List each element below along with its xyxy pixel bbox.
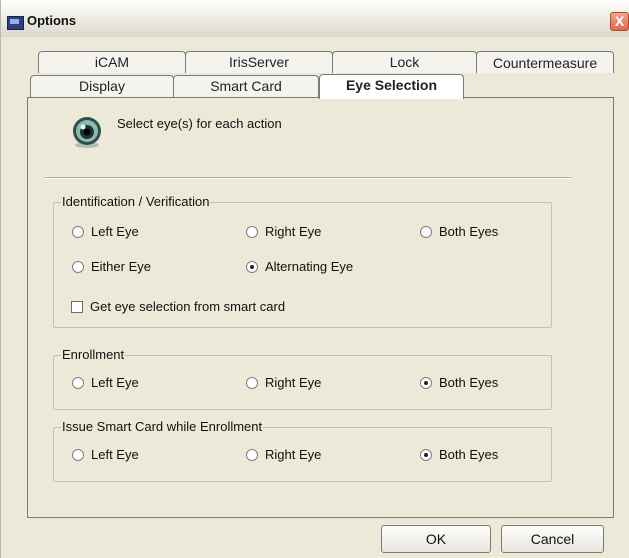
intro-text: Select eye(s) for each action <box>117 116 282 131</box>
option-label: Either Eye <box>91 259 151 274</box>
cancel-button[interactable]: Cancel <box>501 525 604 553</box>
checkbox-label: Get eye selection from smart card <box>90 299 286 314</box>
tab-eye-selection[interactable]: Eye Selection <box>319 74 464 99</box>
issue-smart-card-legend: Issue Smart Card while Enrollment <box>61 419 264 434</box>
tab-display[interactable]: Display <box>30 75 174 97</box>
ok-button[interactable]: OK <box>381 525 491 553</box>
radio-indicator[interactable] <box>72 448 84 461</box>
identification-left-eye-radio[interactable]: Left Eye <box>72 224 139 239</box>
tab-icam[interactable]: iCAM <box>38 51 186 73</box>
window-title: Options <box>27 13 77 28</box>
eye-icon <box>73 117 101 148</box>
checkbox-indicator[interactable] <box>71 300 83 313</box>
enrollment-left-eye-radio[interactable]: Left Eye <box>72 375 139 390</box>
issue-card-both-eyes-radio[interactable]: Both Eyes <box>420 447 498 462</box>
enrollment-both-eyes-radio[interactable]: Both Eyes <box>420 375 498 390</box>
enrollment-legend: Enrollment <box>61 347 126 362</box>
close-button[interactable]: X <box>610 12 629 31</box>
option-label: Right Eye <box>265 375 322 390</box>
tab-lock[interactable]: Lock <box>332 51 477 73</box>
radio-indicator[interactable] <box>246 448 258 461</box>
radio-indicator[interactable] <box>72 376 84 389</box>
radio-indicator[interactable] <box>246 376 258 389</box>
tab-smart-card[interactable]: Smart Card <box>173 75 319 97</box>
option-label: Alternating Eye <box>265 259 354 274</box>
radio-indicator[interactable] <box>72 260 84 273</box>
option-label: Left Eye <box>91 447 139 462</box>
option-label: Left Eye <box>91 375 139 390</box>
radio-indicator[interactable] <box>420 448 432 461</box>
options-window-icon <box>7 16 24 30</box>
options-dialog: Options X iCAM IrisServer Lock Counterme… <box>0 0 629 558</box>
title-bar[interactable]: Options X <box>1 0 629 37</box>
identification-alternating-eye-radio[interactable]: Alternating Eye <box>246 259 353 274</box>
issue-card-left-eye-radio[interactable]: Left Eye <box>72 447 139 462</box>
issue-card-right-eye-radio[interactable]: Right Eye <box>246 447 321 462</box>
option-label: Both Eyes <box>439 224 499 239</box>
enrollment-right-eye-radio[interactable]: Right Eye <box>246 375 321 390</box>
radio-indicator[interactable] <box>246 260 258 273</box>
tab-irisserver[interactable]: IrisServer <box>185 51 333 73</box>
identification-either-eye-radio[interactable]: Either Eye <box>72 259 151 274</box>
option-label: Left Eye <box>91 224 139 239</box>
identification-legend: Identification / Verification <box>61 194 211 209</box>
identification-right-eye-radio[interactable]: Right Eye <box>246 224 321 239</box>
option-label: Right Eye <box>265 224 322 239</box>
radio-indicator[interactable] <box>420 225 432 238</box>
header-separator <box>45 177 571 179</box>
option-label: Right Eye <box>265 447 322 462</box>
radio-indicator[interactable] <box>420 376 432 389</box>
option-label: Both Eyes <box>439 375 499 390</box>
radio-indicator[interactable] <box>246 225 258 238</box>
radio-indicator[interactable] <box>72 225 84 238</box>
tab-countermeasure[interactable]: Countermeasure <box>476 51 614 73</box>
option-label: Both Eyes <box>439 447 499 462</box>
smart-card-eye-selection-checkbox[interactable]: Get eye selection from smart card <box>71 299 285 314</box>
identification-both-eyes-radio[interactable]: Both Eyes <box>420 224 498 239</box>
